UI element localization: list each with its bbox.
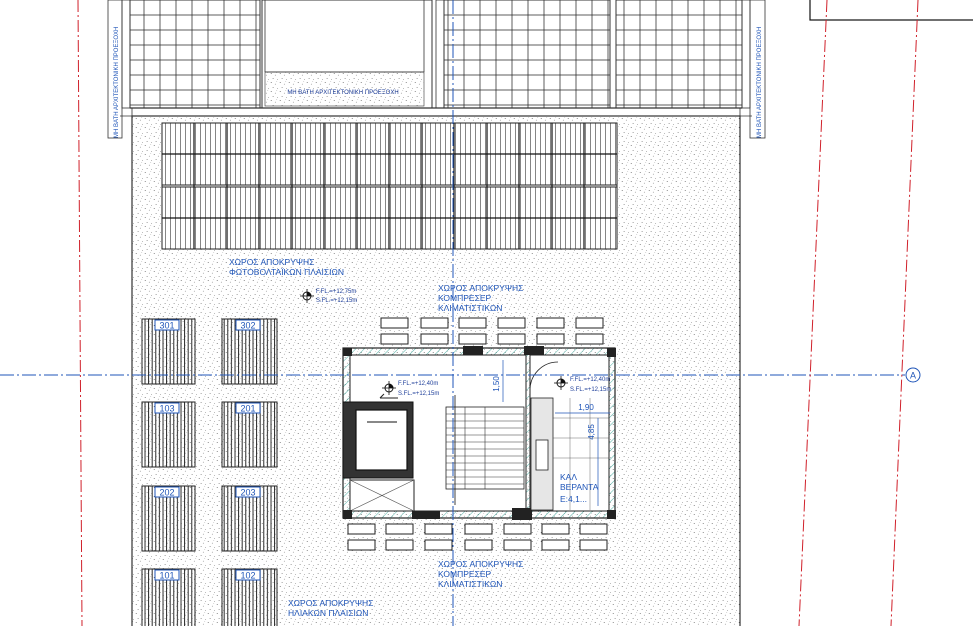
veranda-level-ffl: F.FL.=+12,40m: [570, 377, 610, 383]
compressor-top-label-line1: ΧΩΡΟΣ ΑΠΟΚΡΥΨΗΣ: [438, 283, 523, 293]
roof-plan-drawing: 301 302 103 201 202 203 101 102 A ΜΗ ΒΑΤ…: [0, 0, 973, 626]
heater-label: 201: [240, 404, 255, 414]
compressor-top-label-line3: ΚΛΙΜΑΤΙΣΤΙΚΩΝ: [438, 303, 502, 313]
heater-label: 301: [159, 321, 174, 331]
veranda-label-line2: ΒΕΡΑΝΤΑ: [560, 482, 599, 492]
veranda-level-sfl: S.FL.=+12,15m: [570, 387, 611, 393]
heater-label: 101: [159, 571, 174, 581]
top-building-grid: [121, 0, 751, 109]
veranda-label-line1: ΚΑΛ: [560, 472, 577, 482]
photovoltaic-array: [161, 122, 618, 250]
projection-label: ΜΗ ΒΑΤΗ ΑΡΧΙΤΕΚΤΟΝΙΚΗ ΠΡΟΕΞΟΧΗ: [287, 90, 398, 96]
right-projection-label: ΜΗ ΒΑΤΗ ΑΡΧΙΤΕΚΤΟΝΙΚΗ ΠΡΟΕΞΟΧΗ: [757, 27, 763, 138]
heater-label: 102: [240, 571, 255, 581]
roof-level-ffl: F.FL.=+12,75m: [316, 289, 356, 295]
stair-level-sfl: S.FL.=+12,15m: [398, 391, 439, 397]
compressor-bottom-label-line1: ΧΩΡΟΣ ΑΠΟΚΡΥΨΗΣ: [438, 559, 523, 569]
compressor-bottom-label-line2: ΚΟΜΠΡΕΣΕΡ: [438, 569, 492, 579]
stair-width-dimension: 1,50: [492, 376, 501, 392]
solar-area-label-line2: ΗΛΙΑΚΩΝ ΠΛΑΙΣΙΩΝ: [288, 608, 368, 618]
heater-label: 202: [159, 488, 174, 498]
heater-label: 302: [240, 321, 255, 331]
heater-label: 103: [159, 404, 174, 414]
heater-label: 203: [240, 488, 255, 498]
veranda-width-dimension: 1,90: [578, 403, 594, 412]
pv-area-label-line2: ΦΩΤΟΒΟΛΤΑΪΚΩΝ ΠΛΑΙΣΙΩΝ: [229, 267, 344, 277]
compressor-bottom-label-line3: ΚΛΙΜΑΤΙΣΤΙΚΩΝ: [438, 579, 502, 589]
solar-area-label-line1: ΧΩΡΟΣ ΑΠΟΚΡΥΨΗΣ: [288, 598, 373, 608]
veranda-depth-dimension: 4,85: [587, 424, 596, 440]
compressor-top-label-line2: ΚΟΜΠΡΕΣΕΡ: [438, 293, 492, 303]
grid-axis-label: A: [910, 371, 916, 381]
left-projection-label: ΜΗ ΒΑΤΗ ΑΡΧΙΤΕΚΤΟΝΙΚΗ ΠΡΟΕΞΟΧΗ: [114, 27, 120, 138]
veranda-label-line3: Ε:4,1...: [560, 494, 587, 504]
roof-level-sfl: S.FL.=+12,15m: [316, 298, 357, 304]
top-right-frame: [809, 0, 973, 21]
stair-level-ffl: F.FL.=+12,40m: [398, 381, 438, 387]
pv-area-label-line1: ΧΩΡΟΣ ΑΠΟΚΡΥΨΗΣ: [229, 257, 314, 267]
